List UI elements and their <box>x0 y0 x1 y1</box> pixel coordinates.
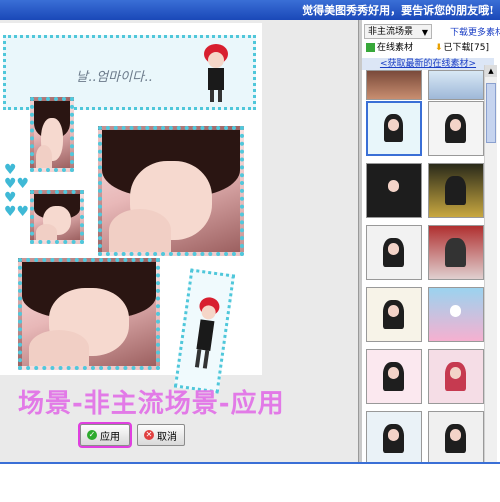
cartoon-strip[interactable] <box>173 268 236 394</box>
cancel-button[interactable]: ✕ 取消 <box>137 424 185 446</box>
promo-marquee: 觉得美图秀秀好用，要告诉您的朋友哦! <box>302 4 494 17</box>
thumbnail-13[interactable] <box>366 411 422 466</box>
thumbnail-12[interactable] <box>428 349 484 404</box>
online-material-icon <box>366 43 375 52</box>
banner-handwriting: 날..엄마이다.. <box>76 70 153 85</box>
tab-online[interactable]: 在线素材 <box>366 41 413 55</box>
apply-label: 应用 <box>100 431 120 443</box>
thumbnail-3[interactable] <box>366 101 422 156</box>
cartoon-girl-strip-icon <box>194 297 220 369</box>
chevron-down-icon: ▼ <box>421 28 428 37</box>
thumbnail-2[interactable] <box>428 70 484 100</box>
scrollbar-thumb[interactable] <box>486 83 496 143</box>
heart-decoration-icon: ♥ ♥♥ ♥ ♥♥ <box>4 162 30 220</box>
thumbnail-9[interactable] <box>366 287 422 342</box>
photo-frame-small-top[interactable] <box>30 97 74 172</box>
photo-frame-small-mid[interactable] <box>30 190 84 244</box>
thumbnail-1[interactable] <box>366 70 422 100</box>
apply-button[interactable]: ✓ 应用 <box>78 422 132 448</box>
cancel-label: 取消 <box>157 431 177 443</box>
photo-frame-large[interactable] <box>98 126 244 256</box>
cartoon-girl-icon <box>204 44 228 102</box>
thumbnail-14[interactable] <box>428 411 484 466</box>
thumbnail-grid <box>366 70 490 466</box>
thumbnail-10[interactable] <box>428 287 484 342</box>
category-dropdown[interactable]: 非主流场景 ▼ <box>364 24 432 39</box>
thumbnail-7[interactable] <box>366 225 422 280</box>
thumbnail-6[interactable] <box>428 163 484 218</box>
check-icon: ✓ <box>87 430 97 440</box>
scroll-up-icon[interactable]: ▲ <box>485 65 497 77</box>
scene-canvas: 날..엄마이다.. ♥ ♥♥ ♥ ♥♥ <box>0 23 262 394</box>
top-banner: 觉得美图秀秀好用，要告诉您的朋友哦! <box>0 0 500 20</box>
tab-downloaded[interactable]: ⬇已下载[75] <box>435 41 489 55</box>
bottom-bar <box>0 462 500 502</box>
tab-online-label: 在线素材 <box>377 43 414 53</box>
thumbnail-8[interactable] <box>428 225 484 280</box>
download-arrow-icon: ⬇ <box>435 43 443 53</box>
material-panel: 非主流场景 ▼ 下载更多素材 在线素材 ⬇已下载[75] <获取最新的在线素材> <box>362 20 500 466</box>
tab-downloaded-label: 已下载[75] <box>443 43 490 53</box>
get-latest-link[interactable]: <获取最新的在线素材> <box>362 58 494 70</box>
download-more-link[interactable]: 下载更多素材 <box>450 25 500 38</box>
close-icon: ✕ <box>144 430 154 440</box>
thumbnail-scrollbar[interactable]: ▲ <box>484 65 497 462</box>
thumbnail-11[interactable] <box>366 349 422 404</box>
thumbnail-5[interactable] <box>366 163 422 218</box>
category-dropdown-value: 非主流场景 <box>368 27 414 37</box>
thumbnail-4[interactable] <box>428 101 484 156</box>
scene-caption: 场景-非主流场景-应用 <box>18 389 285 419</box>
photo-frame-bottom[interactable] <box>18 258 160 370</box>
